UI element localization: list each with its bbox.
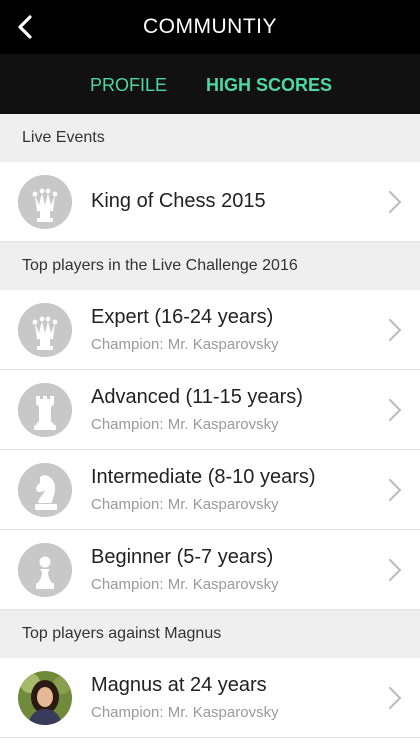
list-item-subtitle: Champion: Mr. Kasparovsky (91, 576, 279, 593)
knight-icon (18, 463, 72, 517)
section-header-against-magnus: Top players against Magnus (0, 610, 420, 658)
crown-icon (18, 175, 72, 229)
chevron-right-icon (388, 558, 402, 582)
chevron-right-icon (388, 478, 402, 502)
section-header-live-events: Live Events (0, 114, 420, 162)
list-item-intermediate[interactable]: Intermediate (8-10 years) Champion: Mr. … (0, 450, 420, 530)
list-item-title: Expert (16-24 years) (91, 306, 274, 328)
top-bar: COMMUNTIY (0, 0, 420, 54)
list-item-beginner[interactable]: Beginner (5-7 years) Champion: Mr. Kaspa… (0, 530, 420, 610)
rook-icon (18, 383, 72, 437)
page-title: COMMUNTIY (143, 15, 277, 38)
list-item-subtitle: Champion: Mr. Kasparovsky (91, 496, 279, 513)
chevron-right-icon (388, 686, 402, 710)
list-item-title: Intermediate (8-10 years) (91, 466, 316, 488)
chevron-right-icon (388, 190, 402, 214)
list-item-title: Magnus at 24 years (91, 674, 267, 696)
list-item-subtitle: Champion: Mr. Kasparovsky (91, 704, 279, 721)
list-item-title: King of Chess 2015 (91, 190, 266, 212)
tab-bar: PROFILE HIGH SCORES (0, 54, 420, 114)
list-item-expert[interactable]: Expert (16-24 years) Champion: Mr. Kaspa… (0, 290, 420, 370)
tab-profile[interactable]: PROFILE (90, 54, 167, 114)
section-header-live-challenge: Top players in the Live Challenge 2016 (0, 242, 420, 290)
list-item-advanced[interactable]: Advanced (11-15 years) Champion: Mr. Kas… (0, 370, 420, 450)
chevron-right-icon (388, 318, 402, 342)
list-item-subtitle: Champion: Mr. Kasparovsky (91, 336, 279, 353)
list-item-magnus[interactable]: Magnus at 24 years Champion: Mr. Kasparo… (0, 658, 420, 738)
chevron-right-icon (388, 398, 402, 422)
user-photo-avatar (18, 671, 72, 725)
list-item-king-of-chess[interactable]: King of Chess 2015 (0, 162, 420, 242)
tab-high-scores[interactable]: HIGH SCORES (206, 54, 332, 114)
pawn-icon (18, 543, 72, 597)
list-item-subtitle: Champion: Mr. Kasparovsky (91, 416, 279, 433)
list-item-title: Advanced (11-15 years) (91, 386, 303, 408)
crown-icon (18, 303, 72, 357)
list-item-title: Beginner (5-7 years) (91, 546, 274, 568)
